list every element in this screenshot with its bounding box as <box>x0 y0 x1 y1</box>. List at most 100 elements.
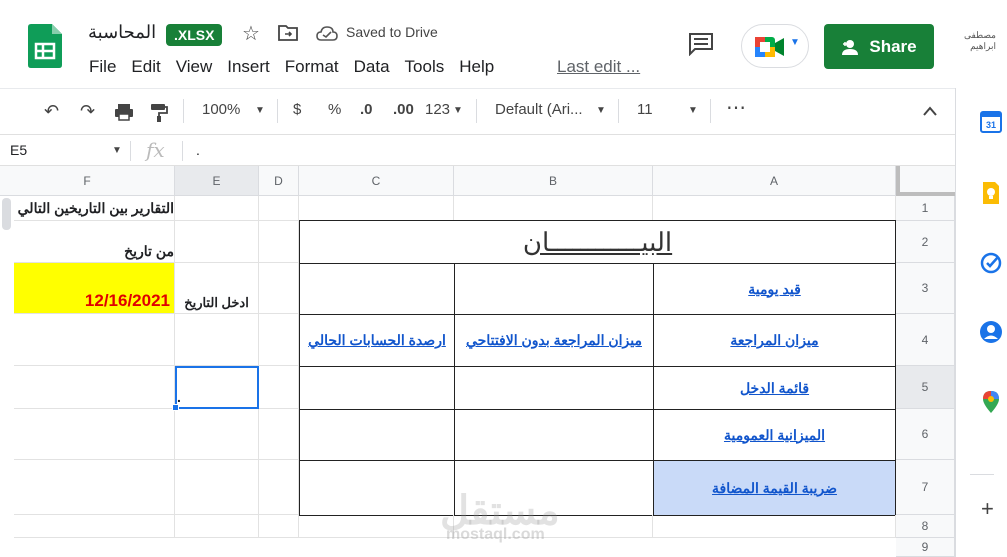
horizontal-scroll-thumb[interactable] <box>2 198 11 230</box>
zoom-select[interactable]: 100% <box>202 101 240 118</box>
cell-b1[interactable] <box>454 196 653 221</box>
column-header-a[interactable]: A <box>653 166 896 196</box>
contacts-icon[interactable] <box>979 320 1003 344</box>
cell-f1[interactable]: التقارير بين التاريخين التالي <box>14 196 175 221</box>
row-header-3[interactable]: 3 <box>896 263 955 314</box>
font-size-select[interactable]: 11 <box>637 101 653 118</box>
decrease-decimal-button[interactable]: .0 <box>360 101 373 118</box>
select-all-corner[interactable] <box>896 166 955 196</box>
font-dropdown-icon[interactable]: ▼ <box>596 105 606 116</box>
menu-file[interactable]: File <box>89 57 116 77</box>
star-icon[interactable]: ☆ <box>242 21 260 46</box>
redo-icon[interactable]: ↷ <box>80 101 95 122</box>
column-header-c[interactable]: C <box>299 166 454 196</box>
row-header-4[interactable]: 4 <box>896 314 955 366</box>
row-header-9[interactable]: 9 <box>896 538 955 557</box>
cell-e8[interactable] <box>175 515 259 538</box>
row-header-1[interactable]: 1 <box>896 196 955 221</box>
cell-c4-link[interactable]: ارصدة الحسابات الحالي <box>299 314 455 367</box>
document-title[interactable]: المحاسبة <box>88 22 156 43</box>
font-select[interactable]: Default (Ari... <box>495 101 583 118</box>
paint-format-icon[interactable] <box>150 103 168 123</box>
cell-d5[interactable] <box>259 366 299 409</box>
cell-f4[interactable] <box>14 314 175 366</box>
cell-c5[interactable] <box>299 366 455 410</box>
more-options-icon[interactable]: ⋯ <box>726 95 746 120</box>
menu-data[interactable]: Data <box>354 57 390 77</box>
cell-f8[interactable] <box>14 515 175 538</box>
cell-a5-link[interactable]: قائمة الدخل <box>653 366 896 410</box>
row-header-6[interactable]: 6 <box>896 409 955 460</box>
cell-a1[interactable] <box>653 196 896 221</box>
cell-f7[interactable] <box>14 460 175 515</box>
share-button[interactable]: Share <box>824 24 934 69</box>
name-box-dropdown-icon[interactable]: ▼ <box>112 145 122 156</box>
cell-d8[interactable] <box>259 515 299 538</box>
menu-format[interactable]: Format <box>285 57 339 77</box>
cell-f6[interactable] <box>14 409 175 460</box>
cell-d3[interactable] <box>259 263 299 314</box>
meet-button[interactable]: ▼ <box>741 24 809 68</box>
cell-d2[interactable] <box>259 221 299 263</box>
collapse-toolbar-icon[interactable] <box>922 105 938 117</box>
formula-input[interactable]: . <box>196 142 200 158</box>
cell-e2[interactable] <box>175 221 259 263</box>
row-header-8[interactable]: 8 <box>896 515 955 538</box>
cell-a3-link[interactable]: قيد يومية <box>653 263 896 315</box>
row-header-5[interactable]: 5 <box>896 366 955 409</box>
cell-c6[interactable] <box>299 409 455 461</box>
calendar-icon[interactable]: 31 <box>979 110 1003 134</box>
column-header-f[interactable]: F <box>0 166 175 196</box>
undo-icon[interactable]: ↶ <box>44 101 59 122</box>
row-header-7[interactable]: 7 <box>896 460 955 515</box>
cell-e4[interactable] <box>175 314 259 366</box>
menu-view[interactable]: View <box>176 57 213 77</box>
more-formats-button[interactable]: 123 <box>425 101 450 118</box>
add-addon-icon[interactable]: + <box>981 496 994 522</box>
merged-header-cell[interactable]: البيــــــــــــان <box>299 220 896 264</box>
menu-help[interactable]: Help <box>459 57 494 77</box>
sheets-logo-icon[interactable] <box>28 24 62 68</box>
cell-c7[interactable] <box>299 460 455 516</box>
last-edit-link[interactable]: Last edit ... <box>557 57 640 77</box>
cell-c1[interactable] <box>299 196 454 221</box>
cell-b5[interactable] <box>454 366 654 410</box>
zoom-dropdown-icon[interactable]: ▼ <box>255 105 265 116</box>
cell-a8[interactable] <box>653 515 896 538</box>
column-header-d[interactable]: D <box>259 166 299 196</box>
cell-c3[interactable] <box>299 263 455 315</box>
cell-d4[interactable] <box>259 314 299 366</box>
currency-format-button[interactable]: $ <box>293 101 301 118</box>
menu-edit[interactable]: Edit <box>131 57 160 77</box>
keep-icon[interactable] <box>979 181 1003 205</box>
cell-b3[interactable] <box>454 263 654 315</box>
name-box[interactable]: E5 <box>10 142 27 158</box>
cell-e7[interactable] <box>175 460 259 515</box>
maps-icon[interactable] <box>979 390 1003 414</box>
account-avatar[interactable]: مصطفى ابراهيم <box>960 30 996 52</box>
cell-d7[interactable] <box>259 460 299 515</box>
increase-decimal-button[interactable]: .00 <box>393 101 414 118</box>
cell-b6[interactable] <box>454 409 654 461</box>
cell-d6[interactable] <box>259 409 299 460</box>
cell-a6-link[interactable]: الميزانية العمومية <box>653 409 896 461</box>
cell-a7-link[interactable]: ضريبة القيمة المضافة <box>653 460 896 516</box>
cell-e1[interactable] <box>175 196 259 221</box>
print-icon[interactable] <box>114 103 134 121</box>
move-folder-icon[interactable] <box>278 24 298 42</box>
cell-e3[interactable]: ادخل التاريخ <box>175 263 259 314</box>
column-header-b[interactable]: B <box>454 166 653 196</box>
cell-e5-selected[interactable]: . <box>175 366 259 409</box>
menu-tools[interactable]: Tools <box>405 57 445 77</box>
font-size-dropdown-icon[interactable]: ▼ <box>688 105 698 116</box>
row-header-2[interactable]: 2 <box>896 221 955 263</box>
cell-f5[interactable] <box>14 366 175 409</box>
cell-f3-date[interactable]: 12/16/2021 <box>14 263 175 314</box>
percent-format-button[interactable]: % <box>328 101 341 118</box>
column-header-e[interactable]: E <box>175 166 259 196</box>
cell-b4-link[interactable]: ميزان المراجعة بدون الافتتاحي <box>454 314 654 367</box>
comments-icon[interactable] <box>688 32 714 56</box>
more-formats-dropdown-icon[interactable]: ▼ <box>453 105 463 116</box>
cell-d1[interactable] <box>259 196 299 221</box>
cell-e6[interactable] <box>175 409 259 460</box>
